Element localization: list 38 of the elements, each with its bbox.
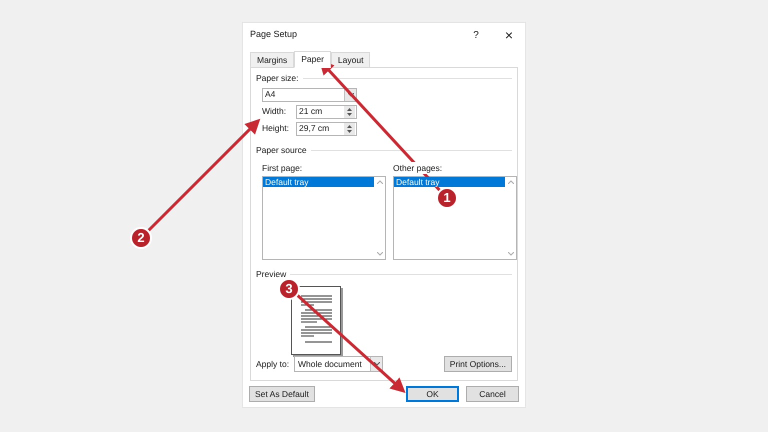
list-item[interactable]: Default tray (263, 177, 374, 188)
tray-list[interactable]: Default tray (262, 176, 386, 260)
help-button[interactable]: ? (468, 28, 484, 42)
dropdown-value: A4 (264, 88, 276, 102)
page-preview-drawing (291, 286, 341, 355)
window-title: Page Setup (250, 28, 298, 42)
field-label: Height: (262, 122, 290, 136)
scroll-down-icon[interactable] (508, 252, 514, 256)
dialog-button[interactable]: OK (406, 386, 459, 402)
spinner-arrows-icon (344, 122, 355, 135)
paper-size-dropdown[interactable]: A4 (262, 88, 357, 102)
print-options-button[interactable]: Print Options... (444, 356, 512, 372)
field-label: Width: (262, 105, 288, 118)
list-label: First page: (262, 162, 302, 174)
section-label: Paper source (256, 144, 307, 156)
apply-to-dropdown[interactable]: Whole document (294, 356, 383, 372)
dialog-button[interactable]: Cancel (466, 386, 519, 402)
tab[interactable]: Layout (330, 52, 370, 67)
spin-field[interactable]: 21 cm (296, 104, 357, 119)
step-number-marker: 2 (130, 227, 152, 249)
spin-field[interactable]: 29,7 cm (296, 122, 357, 136)
list-item[interactable]: Default tray (394, 177, 505, 188)
spinner-arrows-icon (344, 106, 355, 118)
chevron-down-icon (374, 362, 380, 366)
dropdown-value: Whole document (297, 358, 363, 370)
field-value: 29,7 cm (298, 122, 330, 136)
apply-to-label: Apply to: (256, 358, 290, 370)
tab[interactable]: Paper (294, 51, 331, 68)
scroll-down-icon[interactable] (376, 252, 382, 256)
close-button[interactable]: × (501, 24, 517, 46)
tab[interactable]: Margins (250, 52, 294, 67)
scroll-up-icon[interactable] (376, 180, 382, 184)
scroll-up-icon[interactable] (508, 180, 514, 184)
section-label: Paper size: (256, 72, 299, 85)
field-value: 21 cm (298, 105, 324, 118)
chevron-down-icon (348, 92, 354, 97)
list-label: Other pages: (393, 162, 442, 174)
set-as-default-button[interactable]: Set As Default (249, 386, 315, 402)
